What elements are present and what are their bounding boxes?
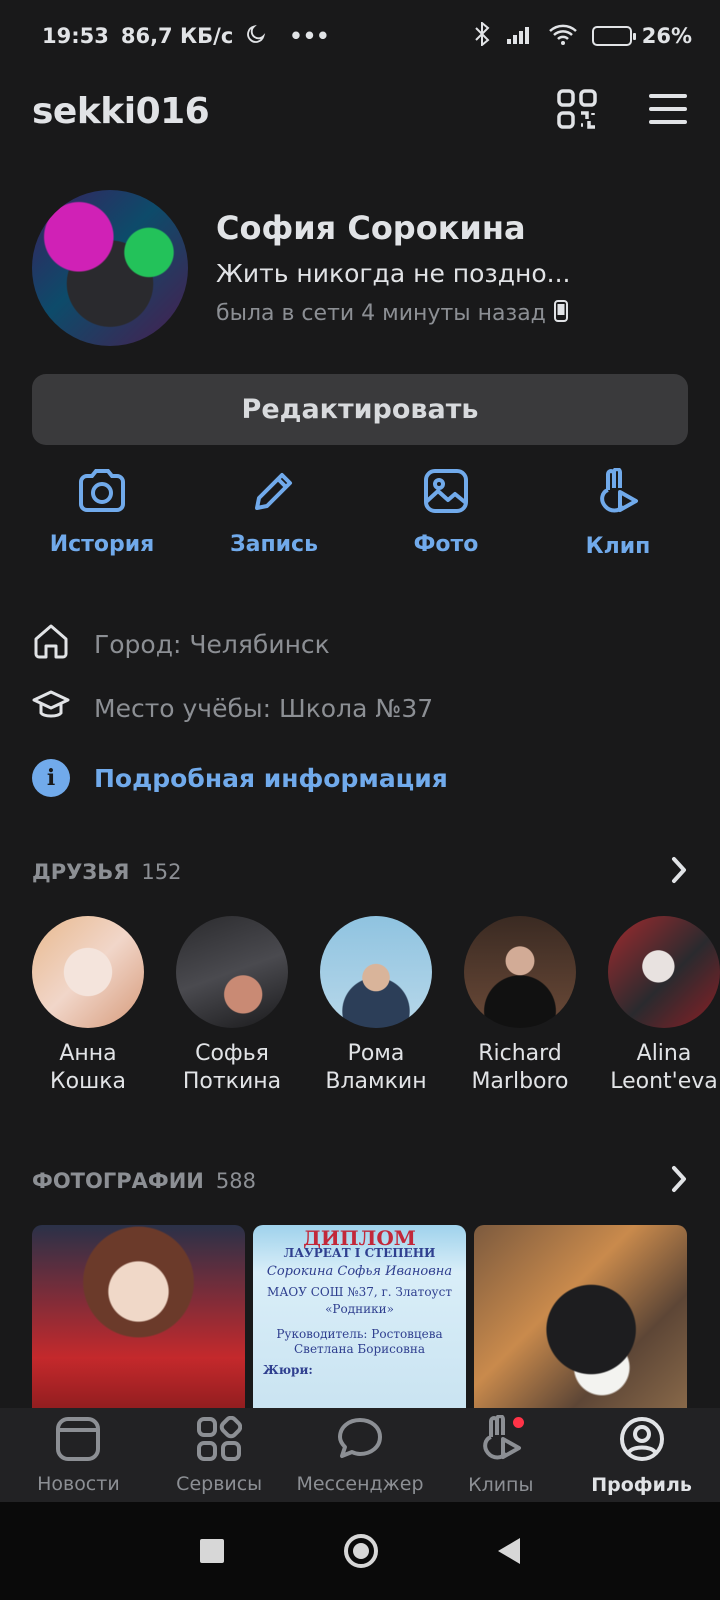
chevron-right-icon[interactable] (670, 1165, 688, 1197)
friends-count: 152 (141, 860, 182, 884)
more-info-link[interactable]: i Подробная информация (32, 746, 688, 810)
avatar (320, 916, 432, 1028)
camera-icon (77, 468, 127, 520)
nav-messenger-label: Мессенджер (296, 1472, 424, 1495)
photo-thumbnail[interactable]: ДИПЛОМ ЛАУРЕАТ I СТЕПЕНИ Сорокина Софья … (253, 1225, 466, 1415)
action-clip-label: Клип (585, 534, 651, 559)
more-info-label: Подробная информация (94, 763, 448, 793)
avatar (608, 916, 720, 1028)
notification-badge (512, 1416, 524, 1428)
school-text: Место учёбы: Школа №37 (94, 693, 434, 723)
friends-header[interactable]: ДРУЗЬЯ 152 (32, 856, 688, 888)
friends-list: Анна Кошка Софья Поткина Рома Вламкин Richa… (32, 916, 720, 1096)
avatar (32, 916, 144, 1028)
friend-name: Анна Кошка (50, 1041, 126, 1094)
recents-icon[interactable] (200, 1539, 224, 1563)
bottom-navigation: Новости Сервисы Мессенджер Клипы Профиль (0, 1408, 720, 1502)
action-post[interactable]: Запись (204, 468, 344, 559)
photos-grid: ДИПЛОМ ЛАУРЕАТ I СТЕПЕНИ Сорокина Софья … (32, 1225, 688, 1415)
nav-profile-label: Профиль (591, 1473, 692, 1496)
friend-item[interactable]: Софья Поткина (176, 916, 288, 1096)
profile-status[interactable]: Жить никогда не поздно... (216, 259, 570, 288)
status-more-icon: ••• (289, 24, 330, 48)
action-clip[interactable]: Клип (548, 467, 688, 559)
diploma-text: ДИПЛОМ ЛАУРЕАТ I СТЕПЕНИ Сорокина Софья … (263, 1226, 453, 1377)
battery-icon (591, 26, 636, 46)
nav-clips[interactable]: Клипы (431, 1413, 571, 1496)
signal-icon (506, 23, 534, 50)
friend-name: Alina Leont'eva (610, 1041, 718, 1094)
action-story-label: История (49, 532, 155, 557)
clip-icon (594, 467, 642, 522)
chevron-right-icon[interactable] (670, 856, 688, 888)
city-text: Город: Челябинск (94, 629, 330, 659)
profile-header: sekki016 (32, 80, 688, 142)
photos-header[interactable]: ФОТОГРАФИИ 588 (32, 1165, 688, 1197)
wifi-icon (548, 22, 578, 51)
profile-avatar[interactable] (32, 190, 188, 346)
profile-icon (618, 1415, 666, 1468)
nav-news-label: Новости (37, 1472, 120, 1495)
nav-profile[interactable]: Профиль (572, 1415, 712, 1496)
friend-name: Рома Вламкин (325, 1041, 427, 1094)
friend-item[interactable]: Рома Вламкин (320, 916, 432, 1096)
info-icon: i (32, 759, 70, 797)
friend-item[interactable]: Анна Кошка (32, 916, 144, 1096)
nav-services[interactable]: Сервисы (149, 1415, 289, 1495)
menu-icon[interactable] (648, 92, 688, 130)
mobile-icon (553, 299, 568, 328)
profile-name: София Сорокина (216, 208, 526, 247)
messenger-icon (337, 1416, 383, 1467)
online-status: была в сети 4 минуты назад (216, 299, 570, 328)
home-icon (32, 622, 70, 666)
photos-title: ФОТОГРАФИИ (32, 1169, 204, 1193)
image-icon (423, 468, 469, 520)
battery-indicator: 26% (591, 24, 692, 48)
status-speed: 86,7 КБ/с (120, 24, 234, 48)
friend-name: Софья Поткина (182, 1041, 282, 1094)
status-bar: 19:53 86,7 КБ/с ••• 26% (0, 0, 720, 72)
photos-count: 588 (215, 1169, 256, 1193)
friend-item[interactable]: Richard Marlboro (464, 916, 576, 1096)
nav-services-label: Сервисы (176, 1472, 263, 1495)
home-button-icon[interactable] (344, 1534, 378, 1568)
bluetooth-icon (472, 20, 492, 51)
username: sekki016 (32, 90, 210, 132)
news-icon (55, 1416, 101, 1467)
avatar (176, 916, 288, 1028)
system-navigation (0, 1502, 720, 1600)
nav-clips-label: Клипы (468, 1473, 534, 1496)
photo-thumbnail[interactable] (474, 1225, 687, 1415)
action-photo-label: Фото (413, 532, 479, 557)
services-icon (196, 1415, 243, 1467)
friends-title: ДРУЗЬЯ (32, 860, 130, 884)
battery-text: 26% (641, 24, 692, 48)
school-row: Место учёбы: Школа №37 (32, 676, 688, 740)
action-post-label: Запись (229, 532, 319, 557)
status-time: 19:53 (42, 24, 109, 48)
moon-icon (245, 23, 267, 50)
friend-item[interactable]: Alina Leont'eva (608, 916, 720, 1096)
friend-name: Richard Marlboro (471, 1041, 569, 1094)
nav-news[interactable]: Новости (8, 1416, 148, 1495)
online-status-text: была в сети 4 минуты назад (216, 301, 546, 326)
nav-messenger[interactable]: Мессенджер (290, 1416, 430, 1495)
profile-details: Город: Челябинск Место учёбы: Школа №37 … (32, 612, 688, 810)
profile-summary: София Сорокина Жить никогда не поздно...… (32, 190, 700, 346)
photo-thumbnail[interactable] (32, 1225, 245, 1415)
back-icon[interactable] (498, 1538, 520, 1564)
edit-profile-button[interactable]: Редактировать (32, 374, 688, 445)
action-photo[interactable]: Фото (376, 468, 516, 559)
quick-actions: История Запись Фото Клип (32, 467, 688, 559)
pencil-icon (251, 468, 297, 520)
qr-code-icon[interactable] (556, 88, 598, 134)
avatar (464, 916, 576, 1028)
city-row: Город: Челябинск (32, 612, 688, 676)
action-story[interactable]: История (32, 468, 172, 559)
graduation-cap-icon (32, 686, 70, 730)
